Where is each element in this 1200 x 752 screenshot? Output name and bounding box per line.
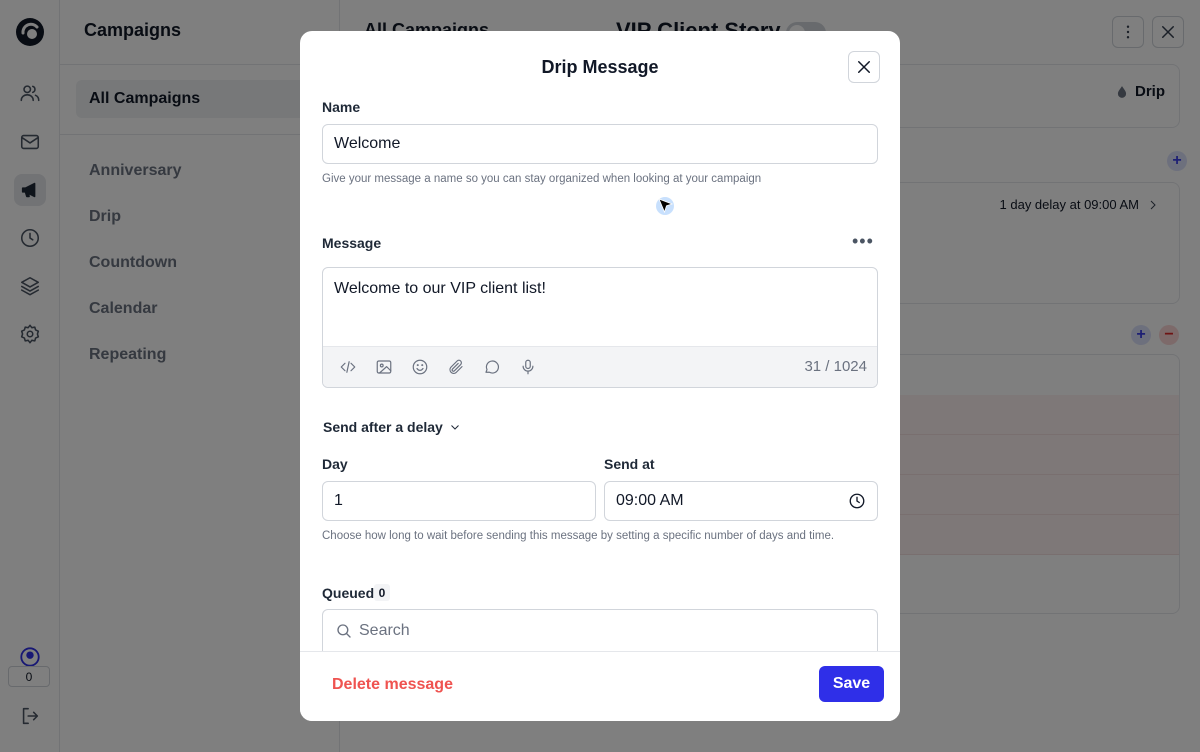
- send-at-time-input[interactable]: 09:00 AM: [604, 481, 878, 521]
- send-after-delay-dropdown[interactable]: Send after a delay: [323, 419, 461, 435]
- microphone-icon[interactable]: [519, 358, 537, 376]
- message-label: Message: [322, 235, 382, 251]
- delete-message-button[interactable]: Delete message: [332, 676, 453, 694]
- message-editor[interactable]: Welcome to our VIP client list! 31 / 102…: [322, 267, 878, 388]
- dialog-title: Drip Message: [541, 57, 659, 77]
- emoji-icon[interactable]: [411, 358, 429, 376]
- mouse-cursor-icon: [656, 197, 674, 215]
- chevron-down-icon: [450, 425, 459, 430]
- day-input[interactable]: 1: [322, 481, 596, 521]
- day-input-value: 1: [334, 492, 343, 509]
- drip-message-dialog: Drip Message Name Welcome Give your mess…: [300, 31, 900, 721]
- save-button[interactable]: Save: [819, 666, 884, 702]
- close-dialog-button[interactable]: [848, 51, 880, 83]
- character-count: 31 / 1024: [804, 358, 867, 375]
- dialog-footer: Delete message Save: [300, 651, 900, 721]
- editor-toolbar: 31 / 1024: [323, 346, 877, 387]
- search-icon: [337, 623, 351, 638]
- send-at-label: Send at: [604, 456, 655, 472]
- delay-mode-label: Send after a delay: [323, 419, 443, 435]
- day-label: Day: [322, 456, 348, 472]
- timing-help-text: Choose how long to wait before sending t…: [322, 530, 835, 542]
- name-help-text: Give your message a name so you can stay…: [322, 173, 762, 185]
- name-input[interactable]: Welcome: [322, 124, 878, 164]
- queued-search-input[interactable]: Search: [322, 609, 878, 651]
- message-text[interactable]: Welcome to our VIP client list!: [334, 280, 546, 298]
- name-label: Name: [322, 99, 361, 115]
- attachment-icon[interactable]: [447, 358, 465, 376]
- code-icon[interactable]: [339, 358, 357, 376]
- queued-label: Queued: [322, 585, 375, 601]
- image-icon[interactable]: [375, 358, 393, 376]
- message-options-icon[interactable]: •••: [852, 232, 874, 250]
- queued-count-badge: 0: [374, 584, 390, 601]
- clock-icon[interactable]: [848, 492, 866, 510]
- name-input-value: Welcome: [334, 135, 401, 152]
- close-icon: [858, 61, 870, 73]
- chat-bubble-icon[interactable]: [483, 358, 501, 376]
- send-at-value: 09:00 AM: [616, 492, 684, 509]
- search-placeholder: Search: [359, 621, 410, 639]
